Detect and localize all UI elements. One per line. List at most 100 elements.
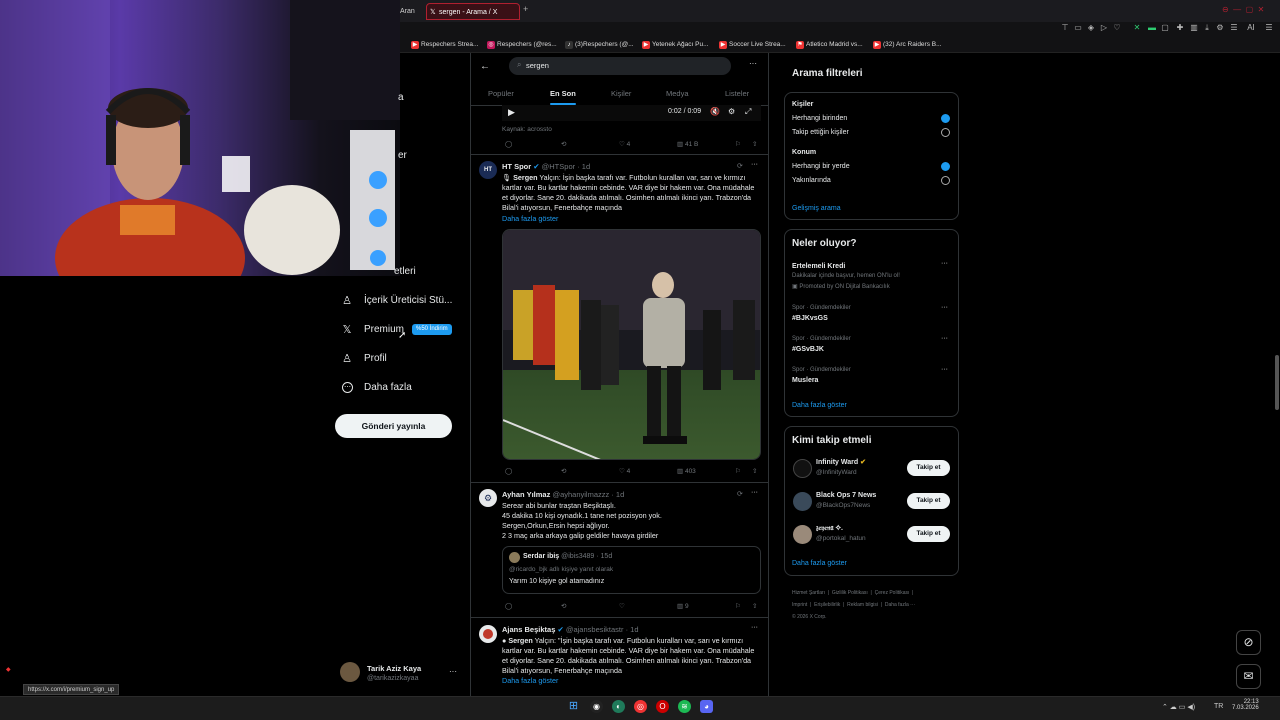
footer-link[interactable]: Çerez Politikası [875,590,910,596]
filter-anyone-label[interactable]: Herhangi birinden [792,114,847,124]
account-more-icon[interactable]: ··· [449,667,457,676]
trend-more-icon[interactable]: ··· [941,335,948,342]
footer-link[interactable]: Daha fazla ··· [885,602,915,608]
settings-gear-icon[interactable]: ⚙ [728,107,735,116]
download-icon[interactable]: ⤓ [1202,23,1212,33]
sidebar-icon[interactable]: ▥ [1189,23,1199,33]
views-icon[interactable]: ▥ 9 [677,602,689,612]
settings-icon[interactable]: ⚙ [1215,23,1225,33]
footer-link[interactable]: Imprint [792,602,807,608]
tab-popular[interactable]: Popüler [488,89,514,98]
show-more-link[interactable]: Daha fazla göster [502,676,558,685]
tweet-avatar[interactable] [479,625,497,643]
messages-icon[interactable]: ✉ [1236,664,1261,689]
like-icon[interactable]: ♡ [619,602,625,612]
fullscreen-icon[interactable]: ⤢ [745,107,751,117]
nav-more[interactable]: ⋯ Daha fazla [340,377,412,399]
filter-anywhere-label[interactable]: Herhangi bir yerde [792,162,850,172]
trend-more-icon[interactable]: ··· [941,260,948,267]
bookmark-1[interactable]: ▶ Respechers Strea... [411,40,478,50]
nav-partial-label-2[interactable]: er [398,150,407,161]
grok-icon[interactable]: ⟳ [737,490,743,498]
back-arrow-icon[interactable]: ← [480,61,490,72]
tweet-more-icon[interactable]: ··· [751,489,758,496]
discord-icon[interactable]: ◕ [700,700,713,713]
tab-search-x[interactable]: 𝕏 sergen - Arama / X [426,3,520,20]
advanced-search-link[interactable]: Gelişmiş arama [792,204,841,214]
language-indicator[interactable]: TR [1214,703,1223,710]
repost-icon[interactable]: ⟲ [561,467,566,477]
more-menu-icon[interactable]: ☰ [1264,23,1274,33]
follow-button[interactable]: Takip et [907,460,950,476]
bookmark-2[interactable]: ◎ Respechers (@res... [487,40,557,50]
share-icon[interactable]: ⇧ [752,140,757,150]
bookmark-4[interactable]: ▶ Yetenek Ağacı Pu... [642,40,709,50]
trend-more-icon[interactable]: ··· [941,304,948,311]
views-icon[interactable]: ▥ 41 B [677,140,698,150]
bookmark-5[interactable]: ▶ Soccer Live Strea... [719,40,786,50]
window-controls[interactable]: ⊖ — ▢ ✕ [1222,5,1264,14]
repost-icon[interactable]: ⟲ [561,602,566,612]
reply-icon[interactable]: ◯ [505,467,512,477]
volume-icon[interactable]: 🔇 [710,107,720,116]
follow-show-more[interactable]: Daha fazla göster [792,559,847,569]
account-avatar[interactable] [340,662,360,682]
puzzle-icon[interactable]: ✚ [1175,23,1185,33]
tweet-author[interactable]: HT Spor [502,162,531,171]
grok-icon[interactable]: ⟳ [737,162,743,170]
menu-icon[interactable]: ☰ [1229,23,1239,33]
user-name[interactable]: Black Ops 7 News [816,491,876,501]
tab-media[interactable]: Medya [666,89,689,98]
account-name[interactable]: Tarik Aziz Kaya [367,664,421,673]
scrollbar-thumb[interactable] [1275,355,1279,410]
tab-people[interactable]: Kişiler [611,89,631,98]
tab-lists[interactable]: Listeler [725,89,749,98]
filter-anywhere-radio[interactable] [941,162,950,171]
share-icon[interactable]: ⇧ [752,602,757,612]
bookmark-6[interactable]: ⚑ Atletico Madrid vs... [796,40,863,50]
tweet-more-icon[interactable]: ··· [751,161,758,168]
filter-near-label[interactable]: Yakınlarında [792,176,831,186]
play-icon[interactable]: ▶ [508,107,515,118]
filter-following-radio[interactable] [941,128,950,137]
tweet-image[interactable] [502,229,761,460]
extension-battery-icon[interactable]: ▬ [1147,23,1157,33]
filter-following-label[interactable]: Takip ettiğin kişiler [792,128,849,138]
search-input[interactable]: ⌕ sergen [509,57,731,75]
bookmark-7[interactable]: ▶ (32) Arc Raiders B... [873,40,942,50]
filter-near-radio[interactable] [941,176,950,185]
bookmark-icon[interactable]: ⚐ [735,140,741,150]
nav-profile[interactable]: ♙ Profil [340,348,387,370]
views-icon[interactable]: ▥ 403 [677,467,696,477]
bookmark-icon[interactable]: ⚐ [735,467,741,477]
follow-button[interactable]: Takip et [907,526,950,542]
clock[interactable]: 22:13 7.03.2026 [1232,699,1259,711]
play-icon[interactable]: ▷ [1099,23,1109,33]
tweet-author[interactable]: Ayhan Yılmaz [502,490,550,499]
footer-link[interactable]: Hizmet Şartları [792,590,825,596]
tab-previous[interactable]: Aran [398,3,422,20]
tray-icons[interactable]: ⌃ ☁ ▭ ◀) [1162,703,1195,711]
user-name[interactable]: 𝔷𝔢𝔶𝔢𝔫𝔞 ✧. [816,524,843,534]
nav-partial-label-1[interactable]: a [398,92,404,103]
repost-icon[interactable]: ⟲ [561,140,566,150]
nav-partial-label-3[interactable]: etleri [394,266,416,277]
trend-item[interactable]: #GSvBJK [792,345,824,355]
bookmark-3[interactable]: ♪ (3)Respechers (@... [565,40,634,50]
like-icon[interactable]: ♡ 4 [619,467,630,477]
share-icon[interactable]: ⇧ [752,467,757,477]
tweet-author[interactable]: Ajans Beşiktaş [502,625,555,634]
footer-link[interactable]: Gizlilik Politikası [832,590,868,596]
windows-start-icon[interactable]: ⊞ [567,700,580,713]
footer-link[interactable]: Reklam bilgisi [847,602,878,608]
screenshot-icon[interactable]: ▭ [1073,23,1083,33]
pin-icon[interactable]: ⊤ [1060,23,1070,33]
like-icon[interactable]: ♡ 4 [619,140,630,150]
quoted-tweet[interactable]: Serdar ibiş @ibis3489 · 15d @ricardo_bjk… [502,546,761,594]
reply-icon[interactable]: ◯ [505,602,512,612]
search-more-icon[interactable]: ··· [749,59,757,68]
edge-icon[interactable]: ◐ [612,700,625,713]
footer-link[interactable]: Erişilebilirlik [814,602,840,608]
new-tab-button[interactable]: + [523,4,528,14]
tweet-avatar[interactable]: HT [479,161,497,179]
